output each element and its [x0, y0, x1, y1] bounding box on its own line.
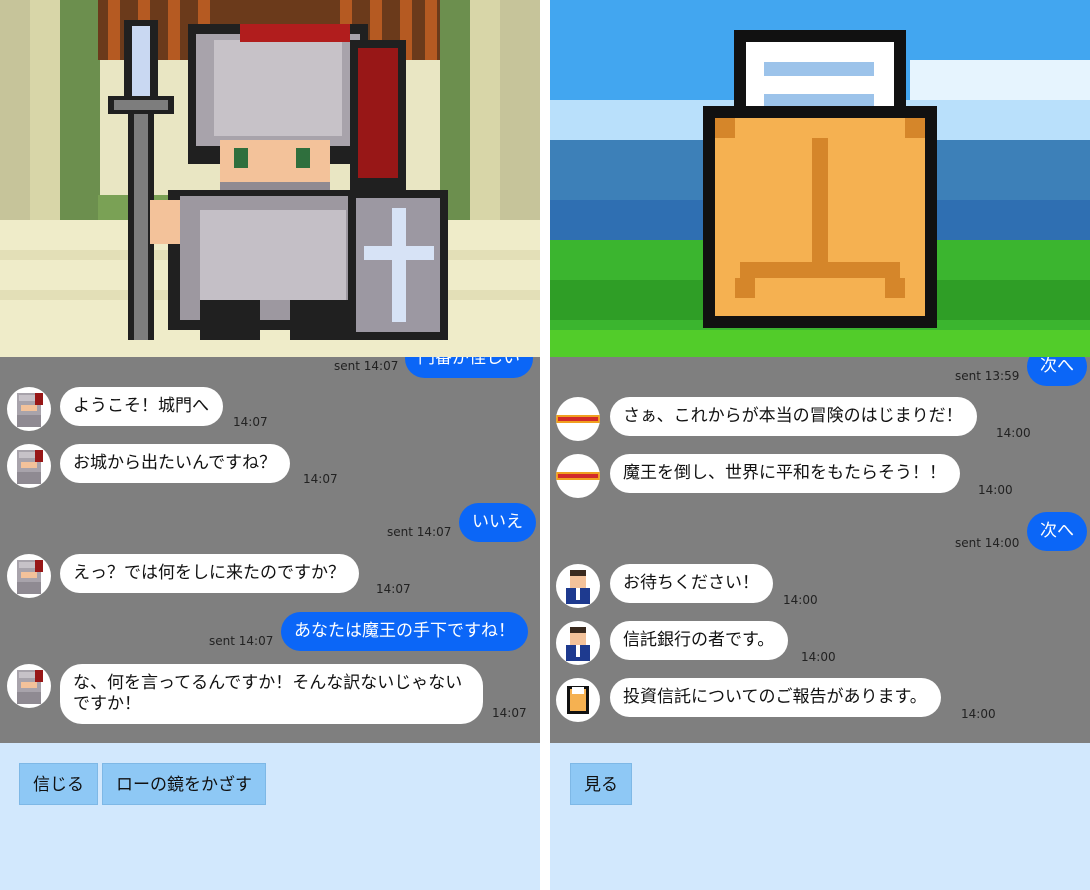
incoming-message-bubble: 投資信託についてのご報告があります。 [610, 678, 941, 717]
message-time: 14:07 [376, 582, 411, 596]
message-time: 14:07 [303, 472, 338, 486]
congratulations-badge-icon [556, 454, 600, 498]
chat-panel-right: 次へ sent 13:59 さぁ、これからが本当の冒険のはじまりだ！ 14:00… [550, 0, 1090, 890]
message-sent-time: sent 14:00 [955, 536, 1020, 550]
incoming-message-bubble: お待ちください！ [610, 564, 773, 603]
message-sent-time: sent 14:07 [387, 525, 452, 539]
message-time: 14:07 [233, 415, 268, 429]
knight-avatar-icon [7, 554, 51, 598]
envelope-scene-art [550, 0, 1090, 357]
incoming-message-bubble: さぁ、これからが本当の冒険のはじまりだ！ [610, 397, 977, 436]
incoming-message-bubble: 魔王を倒し、世界に平和をもたらそう！！ [610, 454, 960, 493]
businessman-avatar-icon [556, 621, 600, 665]
message-sent-time: sent 14:07 [209, 634, 274, 648]
choice-button-mirror-of-ra[interactable]: ローの鏡をかざす [102, 763, 266, 805]
knight-guard-scene [0, 0, 540, 357]
message-time: 14:07 [492, 706, 527, 720]
knight-avatar-icon [7, 664, 51, 708]
choice-button-believe[interactable]: 信じる [19, 763, 98, 805]
businessman-avatar-icon [556, 564, 600, 608]
message-time: 14:00 [996, 426, 1031, 440]
outgoing-message-bubble: 門番が怪しい [405, 357, 533, 378]
message-time: 14:00 [961, 707, 996, 721]
knight-scene-art [0, 0, 540, 357]
choice-button-look[interactable]: 見る [570, 763, 632, 805]
congratulations-badge-icon [556, 397, 600, 441]
message-sent-time: sent 13:59 [955, 369, 1020, 383]
outgoing-message-bubble: あなたは魔王の手下ですね！ [281, 612, 528, 651]
chat-panel-left: 門番が怪しい sent 14:07 ようこそ！城門へ 14:07 お城から出たい… [0, 0, 540, 890]
message-time: 14:00 [978, 483, 1013, 497]
chat-log-right[interactable]: 次へ sent 13:59 さぁ、これからが本当の冒険のはじまりだ！ 14:00… [550, 357, 1090, 743]
outgoing-message-bubble: 次へ [1027, 512, 1087, 551]
message-time: 14:00 [801, 650, 836, 664]
envelope-avatar-icon [556, 678, 600, 722]
incoming-message-bubble: 信託銀行の者です。 [610, 621, 789, 660]
incoming-message-bubble: な、何を言ってるんですか！そんな訳ないじゃないですか！ [60, 664, 483, 724]
knight-avatar-icon [7, 444, 51, 488]
message-time: 14:00 [783, 593, 818, 607]
knight-avatar-icon [7, 387, 51, 431]
incoming-message-bubble: お城から出たいんですね？ [60, 444, 291, 483]
chat-log-left[interactable]: 門番が怪しい sent 14:07 ようこそ！城門へ 14:07 お城から出たい… [0, 357, 540, 743]
incoming-message-bubble: ようこそ！城門へ [60, 387, 223, 426]
outgoing-message-bubble: 次へ [1027, 357, 1087, 386]
incoming-message-bubble: えっ？では何をしに来たのですか？ [60, 554, 359, 593]
message-sent-time: sent 14:07 [334, 359, 399, 373]
outgoing-message-bubble: いいえ [459, 503, 536, 542]
envelope-letter-scene [550, 0, 1090, 357]
